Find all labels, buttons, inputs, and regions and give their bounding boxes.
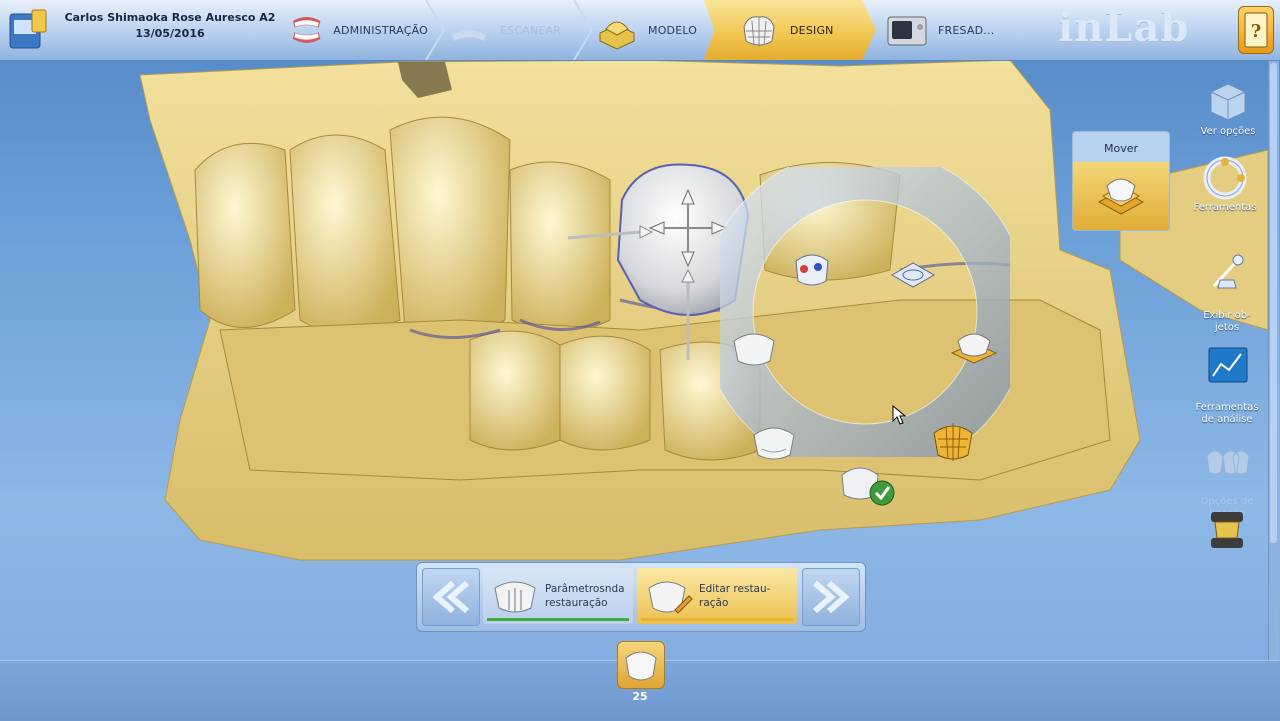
phase-modelo[interactable]: MODELO (594, 0, 718, 60)
analysis-tools-label: Ferramentas de análise (1195, 402, 1259, 425)
tooth-crown-icon (625, 651, 657, 681)
crown-parameters-icon (494, 581, 536, 613)
articulator-icon (1211, 512, 1243, 548)
step-progress-bar (487, 618, 629, 621)
phase-label: DESIGN (790, 23, 834, 37)
chevron-right-icon (573, 0, 594, 60)
phase-label: MODELO (648, 23, 698, 37)
crown-mesh-icon (743, 16, 775, 47)
phase-administracao[interactable]: ADMINISTRAÇÃO (288, 0, 428, 60)
radial-tool-menu[interactable] (720, 167, 1010, 457)
chevron-right-icon (425, 0, 446, 60)
next-step-button[interactable] (802, 568, 860, 626)
dentures-icon (292, 17, 321, 43)
phase-label: FRESAD... (938, 23, 995, 37)
show-objects-button[interactable]: Exibir ob- jetos (1188, 238, 1266, 334)
phase-bar: Carlos Shimaoka Rose Auresco A2 13/05/20… (0, 0, 1280, 61)
phase-design[interactable]: DESIGN (704, 0, 876, 60)
previous-step-button[interactable] (422, 568, 480, 626)
tools-button[interactable]: Ferramentas (1186, 156, 1264, 214)
phase-escanear: ESCANEAR (446, 0, 574, 60)
bond-options-button: Opções de ligação (1188, 430, 1266, 520)
app-menu-icon[interactable] (8, 8, 48, 52)
right-scrollbar[interactable] (1268, 61, 1279, 661)
analysis-chart-icon (1208, 347, 1248, 383)
bridge-crowns-icon (1206, 450, 1250, 475)
inlab-logo: inLab (1058, 4, 1190, 51)
milling-machine-icon (887, 16, 927, 46)
step-restoration-parameters[interactable]: Parâmetrosnda restauração (483, 568, 633, 624)
patient-date: 13/05/2016 (135, 27, 205, 40)
step-label: Parâmetrosnda restauração (545, 583, 625, 609)
move-crown-icon[interactable] (946, 323, 1002, 373)
articulator-button[interactable] (1188, 508, 1266, 554)
step-edit-restoration[interactable]: Editar restau- ração (637, 568, 797, 624)
mouse-cursor-icon (892, 405, 906, 425)
view-options-label: Ver opções (1200, 126, 1256, 137)
crown-edit-icon (648, 581, 693, 614)
crown-finish-check-icon[interactable] (838, 459, 898, 509)
patient-name: Carlos Shimaoka Rose Auresco A2 (64, 11, 276, 24)
analysis-tools-button[interactable]: Ferramentas de análise (1188, 332, 1266, 426)
show-objects-icon (1212, 254, 1244, 289)
model-base-icon (599, 21, 635, 50)
occlusal-plane-icon[interactable] (888, 257, 938, 293)
phase-label: ESCANEAR (500, 23, 562, 37)
scan-teeth-icon (452, 30, 486, 41)
move-crown-icon (1097, 178, 1145, 215)
double-chevron-right-icon (813, 580, 850, 614)
tooth-contacts-icon[interactable] (790, 247, 834, 291)
mover-panel[interactable]: Mover (1072, 131, 1170, 231)
phase-label: ADMINISTRAÇÃO (333, 23, 428, 37)
tools-ring-icon (1203, 156, 1247, 200)
workflow-steps-bar: Parâmetrosnda restauração Editar restau-… (416, 562, 866, 632)
step-label: Editar restau- ração (699, 583, 771, 609)
mover-label: Mover (1103, 142, 1139, 155)
crown-shape-icon[interactable] (750, 421, 798, 465)
tooth-selector[interactable] (617, 641, 665, 689)
help-book-icon: ? (1244, 12, 1268, 48)
crown-mesh-gold-icon[interactable] (928, 417, 978, 463)
patient-info: Carlos Shimaoka Rose Auresco A2 13/05/20… (60, 10, 280, 42)
double-chevron-left-icon (432, 580, 469, 614)
crown-form-icon[interactable] (730, 327, 778, 371)
svg-text:?: ? (1251, 21, 1262, 42)
tooth-number: 25 (632, 690, 648, 703)
show-objects-label: Exibir ob- jetos (1203, 310, 1251, 333)
step-progress-bar (641, 618, 793, 621)
view-cube-icon (1210, 83, 1246, 121)
tools-label: Ferramentas (1193, 202, 1257, 213)
help-button[interactable]: ? (1238, 6, 1274, 54)
phase-fresadora[interactable]: FRESAD... (884, 0, 1034, 60)
scroll-thumb[interactable] (1270, 63, 1277, 543)
view-options-button[interactable]: Ver opções (1189, 78, 1267, 138)
